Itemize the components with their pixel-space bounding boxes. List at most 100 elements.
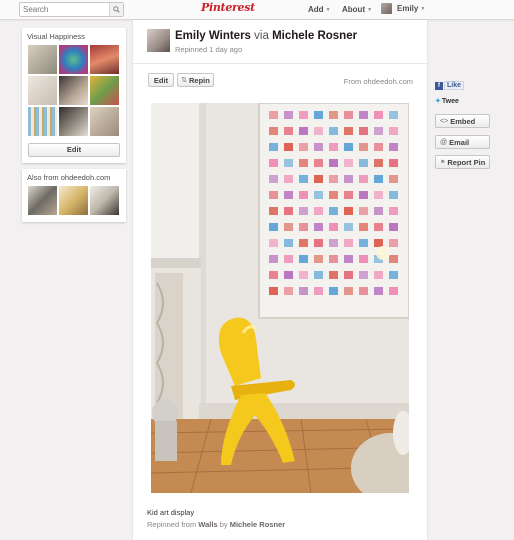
nav-add[interactable]: Add ▼ bbox=[308, 5, 331, 14]
art-tile bbox=[329, 175, 338, 183]
also-thumb[interactable] bbox=[90, 186, 119, 215]
board-thumb[interactable] bbox=[28, 76, 57, 105]
art-tile bbox=[374, 271, 383, 279]
art-tile bbox=[359, 159, 368, 167]
pinterest-logo[interactable]: Pinterest bbox=[201, 1, 255, 17]
report-label: Report Pin bbox=[447, 157, 486, 167]
repin-label: Repin bbox=[189, 75, 210, 85]
art-tile bbox=[344, 207, 353, 215]
art-tile bbox=[314, 287, 323, 295]
board-edit-button[interactable]: Edit bbox=[28, 143, 120, 157]
board-thumb[interactable] bbox=[59, 45, 88, 74]
art-tile bbox=[389, 143, 398, 151]
top-header: Pinterest Add ▼ About ▼ Emily ▼ bbox=[0, 0, 514, 20]
art-tile bbox=[269, 159, 278, 167]
art-tile bbox=[389, 175, 398, 183]
board-thumb[interactable] bbox=[28, 45, 57, 74]
repin-time: Repinned 1 day ago bbox=[175, 45, 243, 54]
board-title[interactable]: Visual Happiness bbox=[27, 32, 85, 41]
art-tile bbox=[284, 255, 293, 263]
like-label: Like bbox=[444, 81, 465, 90]
art-tile bbox=[344, 191, 353, 199]
nav-about-label: About bbox=[342, 5, 366, 14]
art-tile bbox=[389, 255, 398, 263]
report-pin-button[interactable]: ⚑ Report Pin bbox=[435, 155, 490, 169]
art-tile bbox=[344, 239, 353, 247]
art-tile bbox=[314, 111, 323, 119]
art-tile bbox=[344, 159, 353, 167]
art-tile bbox=[374, 143, 383, 151]
board-thumb[interactable] bbox=[90, 45, 119, 74]
art-tile bbox=[359, 287, 368, 295]
art-tile bbox=[284, 175, 293, 183]
art-tile bbox=[284, 207, 293, 215]
embed-button[interactable]: <> Embed bbox=[435, 114, 490, 128]
flag-icon: ⚑ bbox=[440, 159, 446, 166]
art-tile bbox=[374, 287, 383, 295]
board-thumb[interactable] bbox=[90, 107, 119, 136]
art-tile bbox=[389, 159, 398, 167]
pin-attribution: Emily Winters via Michele Rosner bbox=[175, 30, 357, 42]
art-tile bbox=[374, 239, 383, 247]
art-tile bbox=[284, 143, 293, 151]
art-tile bbox=[329, 239, 338, 247]
art-tile bbox=[329, 191, 338, 199]
repinned-user-link[interactable]: Michele Rosner bbox=[230, 520, 285, 529]
search-input[interactable] bbox=[20, 3, 108, 16]
also-thumb[interactable] bbox=[28, 186, 57, 215]
nav-user[interactable]: Emily ▼ bbox=[381, 3, 425, 14]
art-tile bbox=[299, 255, 308, 263]
also-from-title[interactable]: Also from ohdeedoh.com bbox=[27, 173, 110, 182]
art-tile bbox=[299, 223, 308, 231]
art-tile bbox=[299, 191, 308, 199]
chevron-down-icon: ▼ bbox=[325, 6, 331, 13]
board-thumb[interactable] bbox=[59, 107, 88, 136]
repinned-from: Repinned from Walls by Michele Rosner bbox=[147, 520, 285, 529]
art-tile bbox=[269, 271, 278, 279]
facebook-like-button[interactable]: f Like bbox=[435, 81, 465, 90]
also-thumb[interactable] bbox=[59, 186, 88, 215]
search-button[interactable] bbox=[109, 3, 123, 16]
board-thumb[interactable] bbox=[90, 76, 119, 105]
art-tile bbox=[314, 207, 323, 215]
facebook-icon: f bbox=[435, 81, 443, 90]
art-tile bbox=[389, 223, 398, 231]
pinner-name[interactable]: Emily Winters bbox=[175, 30, 251, 42]
email-button[interactable]: @ Email bbox=[435, 135, 490, 149]
art-tile bbox=[269, 207, 278, 215]
repinned-board-link[interactable]: Walls bbox=[198, 520, 217, 529]
art-tile bbox=[314, 239, 323, 247]
pin-edit-button[interactable]: Edit bbox=[148, 73, 174, 87]
art-tile bbox=[344, 223, 353, 231]
art-tile bbox=[299, 159, 308, 167]
nav-about[interactable]: About ▼ bbox=[342, 5, 372, 14]
board-thumb[interactable] bbox=[28, 107, 57, 136]
art-tile bbox=[389, 271, 398, 279]
art-tile bbox=[359, 255, 368, 263]
art-tile bbox=[269, 111, 278, 119]
pin-image[interactable] bbox=[151, 103, 409, 493]
art-tile bbox=[269, 255, 278, 263]
art-tile bbox=[284, 223, 293, 231]
art-tile bbox=[314, 175, 323, 183]
repinned-by: by bbox=[219, 520, 228, 529]
art-tile bbox=[314, 223, 323, 231]
art-tile bbox=[344, 175, 353, 183]
via-user-name[interactable]: Michele Rosner bbox=[272, 30, 357, 42]
art-tile bbox=[374, 223, 383, 231]
art-tile bbox=[359, 223, 368, 231]
art-tile bbox=[374, 191, 383, 199]
art-tile bbox=[299, 175, 308, 183]
repin-button[interactable]: ⇅ Repin bbox=[177, 73, 214, 87]
search-box[interactable] bbox=[19, 2, 124, 17]
tweet-button[interactable]: ✦ Twee bbox=[435, 97, 459, 106]
art-tile bbox=[389, 207, 398, 215]
source-link[interactable]: From ohdeedoh.com bbox=[344, 77, 413, 86]
board-thumb[interactable] bbox=[59, 76, 88, 105]
avatar[interactable] bbox=[147, 29, 170, 52]
art-tile bbox=[344, 255, 353, 263]
art-tile bbox=[359, 143, 368, 151]
pin-header: Emily Winters via Michele Rosner Repinne… bbox=[133, 20, 427, 64]
art-tile bbox=[344, 111, 353, 119]
art-tile bbox=[329, 127, 338, 135]
